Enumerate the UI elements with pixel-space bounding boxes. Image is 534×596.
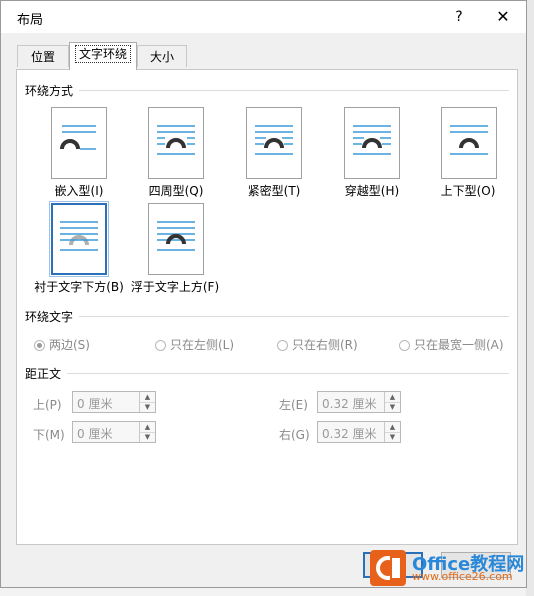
wrap-style-heading: 环绕方式	[25, 84, 74, 98]
distance-top-label: 上(P)	[33, 398, 62, 412]
close-button[interactable]: ✕	[489, 5, 517, 29]
wrapping-panel: 环绕方式 嵌入型(I) 四周型(Q) 紧密型(T) 穿越型(H) 上下型(O) …	[16, 69, 518, 545]
divider	[79, 90, 509, 91]
distance-left-value: 0.32 厘米	[322, 397, 377, 411]
title-bar: 布局 ? ✕	[1, 1, 526, 33]
inline-wrap-option[interactable]	[51, 107, 107, 179]
tight-wrap-option[interactable]	[246, 107, 302, 179]
square-wrap-icon	[157, 125, 195, 155]
wrap-text-heading: 环绕文字	[25, 310, 74, 324]
radio-dot	[34, 340, 45, 351]
spinner-arrows: ▲ ▼	[384, 392, 400, 412]
inline-wrap-label: 嵌入型(I)	[54, 184, 104, 198]
in-front-text-option[interactable]	[148, 203, 204, 275]
radio-dot	[399, 340, 410, 351]
tab-text-wrapping[interactable]: 文字环绕	[69, 42, 137, 70]
distance-bottom-spinner[interactable]: 0 厘米 ▲ ▼	[72, 421, 156, 443]
spin-down-icon[interactable]: ▼	[385, 402, 400, 412]
spin-down-icon[interactable]: ▼	[140, 432, 155, 442]
top-bottom-wrap-label: 上下型(O)	[440, 184, 496, 198]
help-button[interactable]: ?	[447, 5, 471, 29]
through-wrap-option[interactable]	[344, 107, 400, 179]
distance-bottom-value: 0 厘米	[77, 427, 113, 441]
wrap-both-sides-radio[interactable]: 两边(S)	[34, 336, 90, 353]
divider	[67, 373, 509, 374]
wrap-left-only-radio[interactable]: 只在左侧(L)	[155, 336, 234, 353]
top-bottom-wrap-option[interactable]	[441, 107, 497, 179]
watermark-url: www.office26.com	[412, 570, 513, 583]
distance-top-value: 0 厘米	[77, 397, 113, 411]
background-right-strip	[526, 0, 534, 596]
inline-wrap-icon	[60, 125, 96, 150]
radio-dot	[277, 340, 288, 351]
distance-left-spinner[interactable]: 0.32 厘米 ▲ ▼	[317, 391, 401, 413]
behind-text-option[interactable]	[49, 201, 109, 277]
through-wrap-icon	[353, 125, 391, 155]
dialog-title: 布局	[17, 13, 44, 28]
tight-wrap-label: 紧密型(T)	[247, 184, 301, 198]
wrap-largest-side-radio[interactable]: 只在最宽一侧(A)	[399, 336, 504, 353]
in-front-text-icon	[157, 221, 195, 251]
distance-right-value: 0.32 厘米	[322, 427, 377, 441]
wrap-right-only-radio[interactable]: 只在右侧(R)	[277, 336, 358, 353]
distance-heading: 距正文	[25, 367, 62, 381]
square-wrap-option[interactable]	[148, 107, 204, 179]
behind-text-label: 衬于文字下方(B)	[34, 280, 124, 294]
distance-right-label: 右(G)	[279, 428, 310, 442]
distance-top-spinner[interactable]: 0 厘米 ▲ ▼	[72, 391, 156, 413]
radio-dot	[155, 340, 166, 351]
behind-text-icon	[60, 221, 98, 251]
tight-wrap-icon	[255, 125, 293, 155]
spinner-arrows: ▲ ▼	[139, 422, 155, 442]
spinner-arrows: ▲ ▼	[384, 422, 400, 442]
through-wrap-label: 穿越型(H)	[344, 184, 400, 198]
square-wrap-label: 四周型(Q)	[148, 184, 204, 198]
layout-dialog: 布局 ? ✕ 位置 文字环绕 大小 环绕方式 嵌入型(I) 四周型(Q) 紧密型…	[0, 0, 527, 588]
in-front-text-label: 浮于文字上方(F)	[130, 280, 220, 294]
distance-left-label: 左(E)	[279, 398, 308, 412]
spinner-arrows: ▲ ▼	[139, 392, 155, 412]
divider	[79, 316, 509, 317]
distance-bottom-label: 下(M)	[33, 428, 65, 442]
tab-position[interactable]: 位置	[17, 45, 69, 67]
office-logo-icon	[370, 550, 406, 586]
tab-size[interactable]: 大小	[137, 45, 187, 67]
top-bottom-wrap-icon	[450, 125, 488, 155]
spin-down-icon[interactable]: ▼	[140, 402, 155, 412]
spin-down-icon[interactable]: ▼	[385, 432, 400, 442]
distance-right-spinner[interactable]: 0.32 厘米 ▲ ▼	[317, 421, 401, 443]
office-watermark: Office教程网 www.office26.com	[368, 548, 528, 588]
